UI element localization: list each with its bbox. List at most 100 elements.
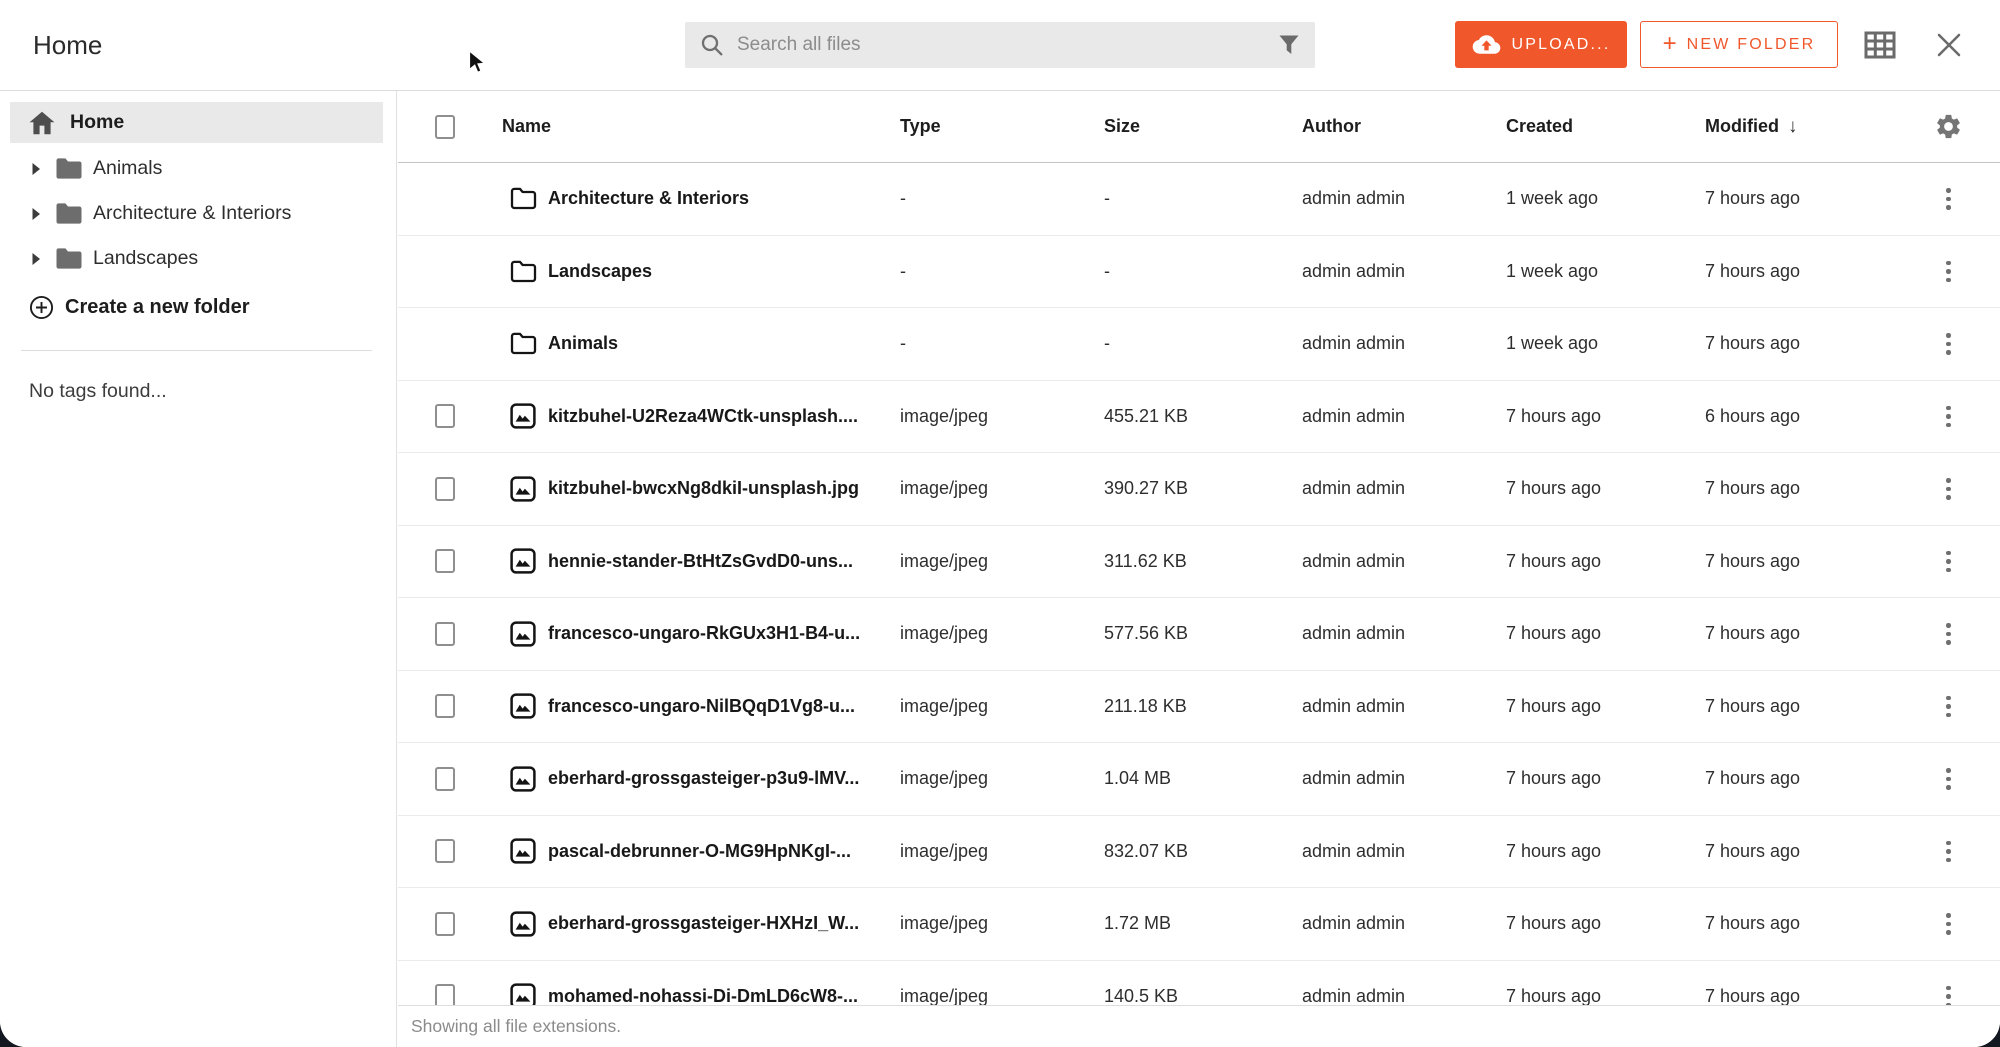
file-author: admin admin	[1302, 986, 1506, 1005]
status-text: Showing all file extensions.	[411, 1016, 621, 1037]
column-header-modified[interactable]: Modified ↓	[1705, 116, 1897, 138]
file-type: image/jpeg	[900, 478, 1104, 499]
file-name[interactable]: eberhard-grossgasteiger-p3u9-lMV...	[548, 768, 859, 789]
row-checkbox[interactable]	[435, 549, 455, 573]
column-header-created[interactable]: Created	[1506, 116, 1705, 137]
image-file-icon	[510, 621, 537, 647]
close-icon[interactable]	[1934, 30, 1964, 60]
kebab-menu-icon[interactable]	[1940, 690, 1957, 724]
kebab-menu-icon[interactable]	[1940, 182, 1957, 216]
table-row[interactable]: hennie-stander-BtHtZsGvdD0-uns... image/…	[398, 526, 2000, 599]
file-modified: 7 hours ago	[1705, 841, 1897, 862]
select-all-checkbox[interactable]	[435, 115, 455, 139]
table-row[interactable]: eberhard-grossgasteiger-p3u9-lMV... imag…	[398, 743, 2000, 816]
caret-right-icon[interactable]	[31, 162, 41, 176]
sidebar-item-home[interactable]: Home	[10, 102, 383, 143]
file-modified: 7 hours ago	[1705, 333, 1897, 354]
filter-icon[interactable]	[1278, 34, 1300, 56]
file-created: 7 hours ago	[1506, 986, 1705, 1005]
file-type: -	[900, 261, 1104, 282]
table-row[interactable]: francesco-ungaro-RkGUx3H1-B4-u... image/…	[398, 598, 2000, 671]
image-file-icon	[510, 476, 537, 502]
file-manager-window: Home UPLOAD...	[0, 0, 2000, 1047]
file-created: 7 hours ago	[1506, 478, 1705, 499]
file-name[interactable]: francesco-ungaro-NilBQqD1Vg8-u...	[548, 696, 855, 717]
kebab-menu-icon[interactable]	[1940, 400, 1957, 434]
table-row[interactable]: eberhard-grossgasteiger-HXHzI_W... image…	[398, 888, 2000, 961]
kebab-menu-icon[interactable]	[1940, 255, 1957, 289]
upload-button-label: UPLOAD...	[1512, 36, 1611, 54]
file-modified: 6 hours ago	[1705, 406, 1897, 427]
table-row[interactable]: francesco-ungaro-NilBQqD1Vg8-u... image/…	[398, 671, 2000, 744]
kebab-menu-icon[interactable]	[1940, 907, 1957, 941]
table-row[interactable]: Architecture & Interiors - - admin admin…	[398, 163, 2000, 236]
table-row[interactable]: Animals - - admin admin 1 week ago 7 hou…	[398, 308, 2000, 381]
file-size: 311.62 KB	[1104, 551, 1302, 572]
new-folder-button[interactable]: + NEW FOLDER	[1640, 21, 1838, 68]
row-checkbox[interactable]	[435, 912, 455, 936]
file-type: image/jpeg	[900, 986, 1104, 1005]
row-checkbox[interactable]	[435, 622, 455, 646]
file-size: 577.56 KB	[1104, 623, 1302, 644]
column-header-name[interactable]: Name	[502, 116, 900, 137]
sidebar-folder-label: Animals	[93, 157, 162, 180]
cloud-upload-icon	[1472, 33, 1501, 56]
upload-button[interactable]: UPLOAD...	[1455, 21, 1627, 68]
file-size: -	[1104, 333, 1302, 354]
file-size: 832.07 KB	[1104, 841, 1302, 862]
column-header-author[interactable]: Author	[1302, 116, 1506, 137]
sidebar-folder-item[interactable]: Landscapes	[0, 236, 396, 281]
kebab-menu-icon[interactable]	[1940, 835, 1957, 869]
file-name[interactable]: hennie-stander-BtHtZsGvdD0-uns...	[548, 551, 853, 572]
file-size: 1.72 MB	[1104, 913, 1302, 934]
sidebar-folder-list: Animals Architecture & Interiors Landsca…	[0, 146, 396, 281]
sidebar-folder-item[interactable]: Animals	[0, 146, 396, 191]
file-name[interactable]: Landscapes	[548, 261, 652, 282]
grid-view-icon[interactable]	[1864, 31, 1896, 59]
file-name[interactable]: pascal-debrunner-O-MG9HpNKgI-...	[548, 841, 851, 862]
row-checkbox[interactable]	[435, 694, 455, 718]
table-row[interactable]: kitzbuhel-bwcxNg8dkiI-unsplash.jpg image…	[398, 453, 2000, 526]
column-header-modified-label: Modified	[1705, 116, 1779, 137]
column-header-size[interactable]: Size	[1104, 116, 1302, 137]
row-checkbox[interactable]	[435, 984, 455, 1005]
kebab-menu-icon[interactable]	[1940, 617, 1957, 651]
kebab-menu-icon[interactable]	[1940, 980, 1957, 1006]
image-file-icon	[510, 403, 537, 429]
column-header-type[interactable]: Type	[900, 116, 1104, 137]
table-row[interactable]: kitzbuhel-U2Reza4WCtk-unsplash.... image…	[398, 381, 2000, 454]
caret-right-icon[interactable]	[31, 252, 41, 266]
row-checkbox[interactable]	[435, 767, 455, 791]
caret-right-icon[interactable]	[31, 207, 41, 221]
sidebar-home-label: Home	[70, 111, 124, 134]
table-row[interactable]: pascal-debrunner-O-MG9HpNKgI-... image/j…	[398, 816, 2000, 889]
circle-plus-icon	[29, 295, 54, 320]
gear-icon[interactable]	[1934, 112, 1963, 141]
kebab-menu-icon[interactable]	[1940, 327, 1957, 361]
table-row[interactable]: Landscapes - - admin admin 1 week ago 7 …	[398, 236, 2000, 309]
kebab-menu-icon[interactable]	[1940, 762, 1957, 796]
kebab-menu-icon[interactable]	[1940, 472, 1957, 506]
file-author: admin admin	[1302, 478, 1506, 499]
file-type: -	[900, 333, 1104, 354]
file-name[interactable]: kitzbuhel-U2Reza4WCtk-unsplash....	[548, 406, 858, 427]
row-checkbox[interactable]	[435, 839, 455, 863]
row-checkbox[interactable]	[435, 477, 455, 501]
create-folder-button[interactable]: Create a new folder	[29, 285, 250, 329]
sort-desc-arrow-icon: ↓	[1788, 116, 1798, 138]
file-name[interactable]: kitzbuhel-bwcxNg8dkiI-unsplash.jpg	[548, 478, 859, 499]
file-name[interactable]: mohamed-nohassi-Di-DmLD6cW8-...	[548, 986, 858, 1005]
search-input[interactable]	[735, 33, 1267, 57]
table-row[interactable]: mohamed-nohassi-Di-DmLD6cW8-... image/jp…	[398, 961, 2000, 1006]
sidebar-folder-item[interactable]: Architecture & Interiors	[0, 191, 396, 236]
file-name[interactable]: Animals	[548, 333, 618, 354]
file-name[interactable]: eberhard-grossgasteiger-HXHzI_W...	[548, 913, 859, 934]
file-name[interactable]: francesco-ungaro-RkGUx3H1-B4-u...	[548, 623, 860, 644]
file-name[interactable]: Architecture & Interiors	[548, 188, 749, 209]
row-checkbox[interactable]	[435, 404, 455, 428]
kebab-menu-icon[interactable]	[1940, 545, 1957, 579]
file-type: image/jpeg	[900, 406, 1104, 427]
sidebar: Home Animals Architecture & Interiors La…	[0, 91, 397, 1047]
file-size: 211.18 KB	[1104, 696, 1302, 717]
folder-icon	[55, 247, 83, 270]
